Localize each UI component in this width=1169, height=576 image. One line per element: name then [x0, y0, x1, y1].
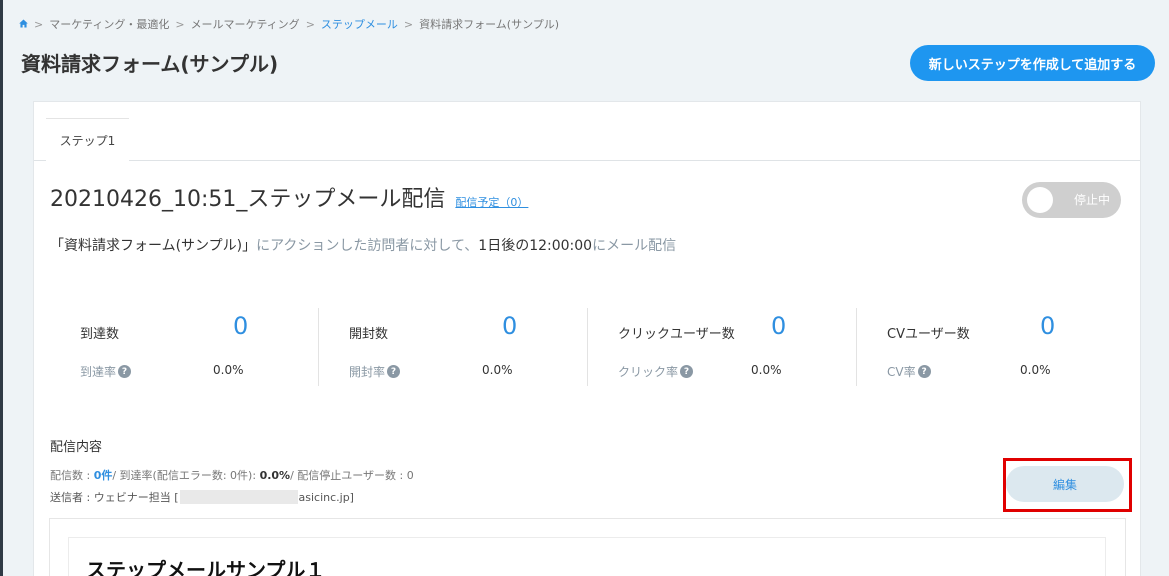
- toggle-label: 停止中: [1073, 193, 1110, 207]
- stat-rate: 0.0%: [751, 363, 782, 377]
- email-preview-body: ステップメールサンプル１: [68, 537, 1106, 576]
- left-edge-bar: [0, 0, 3, 576]
- status-toggle[interactable]: 停止中: [1022, 182, 1121, 218]
- breadcrumb-separator: >: [403, 17, 414, 31]
- home-icon[interactable]: [19, 18, 28, 31]
- redacted-email: [179, 490, 298, 504]
- breadcrumb-item-email-marketing[interactable]: メールマーケティング: [191, 16, 300, 32]
- stat-label: クリックユーザー数: [618, 327, 735, 342]
- stat-rate: 0.0%: [1020, 363, 1051, 377]
- step-title: 20210426_10:51_ステップメール配信: [50, 187, 446, 212]
- toggle-knob: [1027, 187, 1053, 213]
- breadcrumb-separator: >: [34, 17, 44, 31]
- help-icon[interactable]: ?: [680, 365, 694, 378]
- step-card: ステップ1 20210426_10:51_ステップメール配信 配信予定（0） 停…: [33, 101, 1141, 576]
- step-heading: 20210426_10:51_ステップメール配信 配信予定（0）: [50, 181, 528, 213]
- stat-value: 0: [1040, 312, 1056, 340]
- stats-row: 到達数 0 到達率? 0.0% 開封数 0 開封率? 0.0% クリックユーザー…: [50, 308, 1126, 386]
- preview-heading: ステップメールサンプル１: [86, 558, 326, 576]
- delivery-stats: 配信数 : 0件/ 到達率(配信エラー数: 0件): 0.0%/ 配信停止ユーザ…: [50, 469, 414, 482]
- stat-label: CVユーザー数: [887, 327, 970, 342]
- help-icon[interactable]: ?: [118, 365, 132, 378]
- page-title: 資料請求フォーム(サンプル): [21, 52, 279, 76]
- stat-click-users: クリックユーザー数 0 クリック率? 0.0%: [588, 308, 857, 386]
- section-title: 配信内容: [50, 440, 103, 455]
- help-icon[interactable]: ?: [917, 365, 931, 378]
- stat-value: 0: [502, 312, 518, 340]
- stat-rate-label: CV率?: [887, 363, 931, 380]
- stat-rate: 0.0%: [482, 363, 513, 377]
- tab-step-1[interactable]: ステップ1: [46, 118, 129, 161]
- sender-info: 送信者 : ウェビナー担当 [asicinc.jp]: [50, 490, 354, 504]
- edit-button[interactable]: 編集: [1006, 466, 1124, 502]
- step-description: 「資料請求フォーム(サンプル)」にアクションした訪問者に対して、1日後の12:0…: [50, 235, 676, 255]
- step-tabs: ステップ1: [34, 102, 1140, 161]
- schedule-link[interactable]: 配信予定（0）: [455, 194, 528, 210]
- stat-label: 到達数: [80, 327, 120, 342]
- help-icon[interactable]: ?: [387, 365, 401, 378]
- stat-value: 0: [233, 312, 249, 340]
- stat-delivered: 到達数 0 到達率? 0.0%: [50, 308, 319, 386]
- stat-value: 0: [771, 312, 787, 340]
- stat-rate-label: クリック率?: [618, 363, 694, 380]
- breadcrumb-item-current: 資料請求フォーム(サンプル): [419, 18, 560, 31]
- stat-opened: 開封数 0 開封率? 0.0%: [319, 308, 588, 386]
- breadcrumb-item-step-mail[interactable]: ステップメール: [321, 16, 398, 32]
- desc-form-name: 「資料請求フォーム(サンプル)」: [50, 238, 257, 254]
- stat-rate-label: 到達率?: [80, 363, 132, 380]
- breadcrumb-separator: >: [305, 17, 315, 31]
- breadcrumb-separator: >: [175, 17, 185, 31]
- reach-rate: 0.0%: [259, 469, 291, 482]
- breadcrumb-item-marketing[interactable]: マーケティング・最適化: [49, 16, 169, 32]
- desc-part2: にメール配信: [592, 238, 677, 254]
- stat-label: 開封数: [349, 327, 389, 342]
- create-step-button[interactable]: 新しいステップを作成して追加する: [910, 45, 1155, 81]
- sent-count: 0件: [93, 469, 113, 482]
- desc-part1: にアクションした訪問者に対して、: [256, 238, 479, 254]
- desc-timing: 1日後の12:00:00: [478, 238, 593, 254]
- stat-rate: 0.0%: [213, 363, 244, 377]
- stat-rate-label: 開封率?: [349, 363, 401, 380]
- email-preview: ステップメールサンプル１: [49, 518, 1126, 576]
- breadcrumb: > マーケティング・最適化 > メールマーケティング > ステップメール > 資…: [19, 16, 559, 32]
- stat-cv-users: CVユーザー数 0 CV率? 0.0%: [857, 308, 1126, 386]
